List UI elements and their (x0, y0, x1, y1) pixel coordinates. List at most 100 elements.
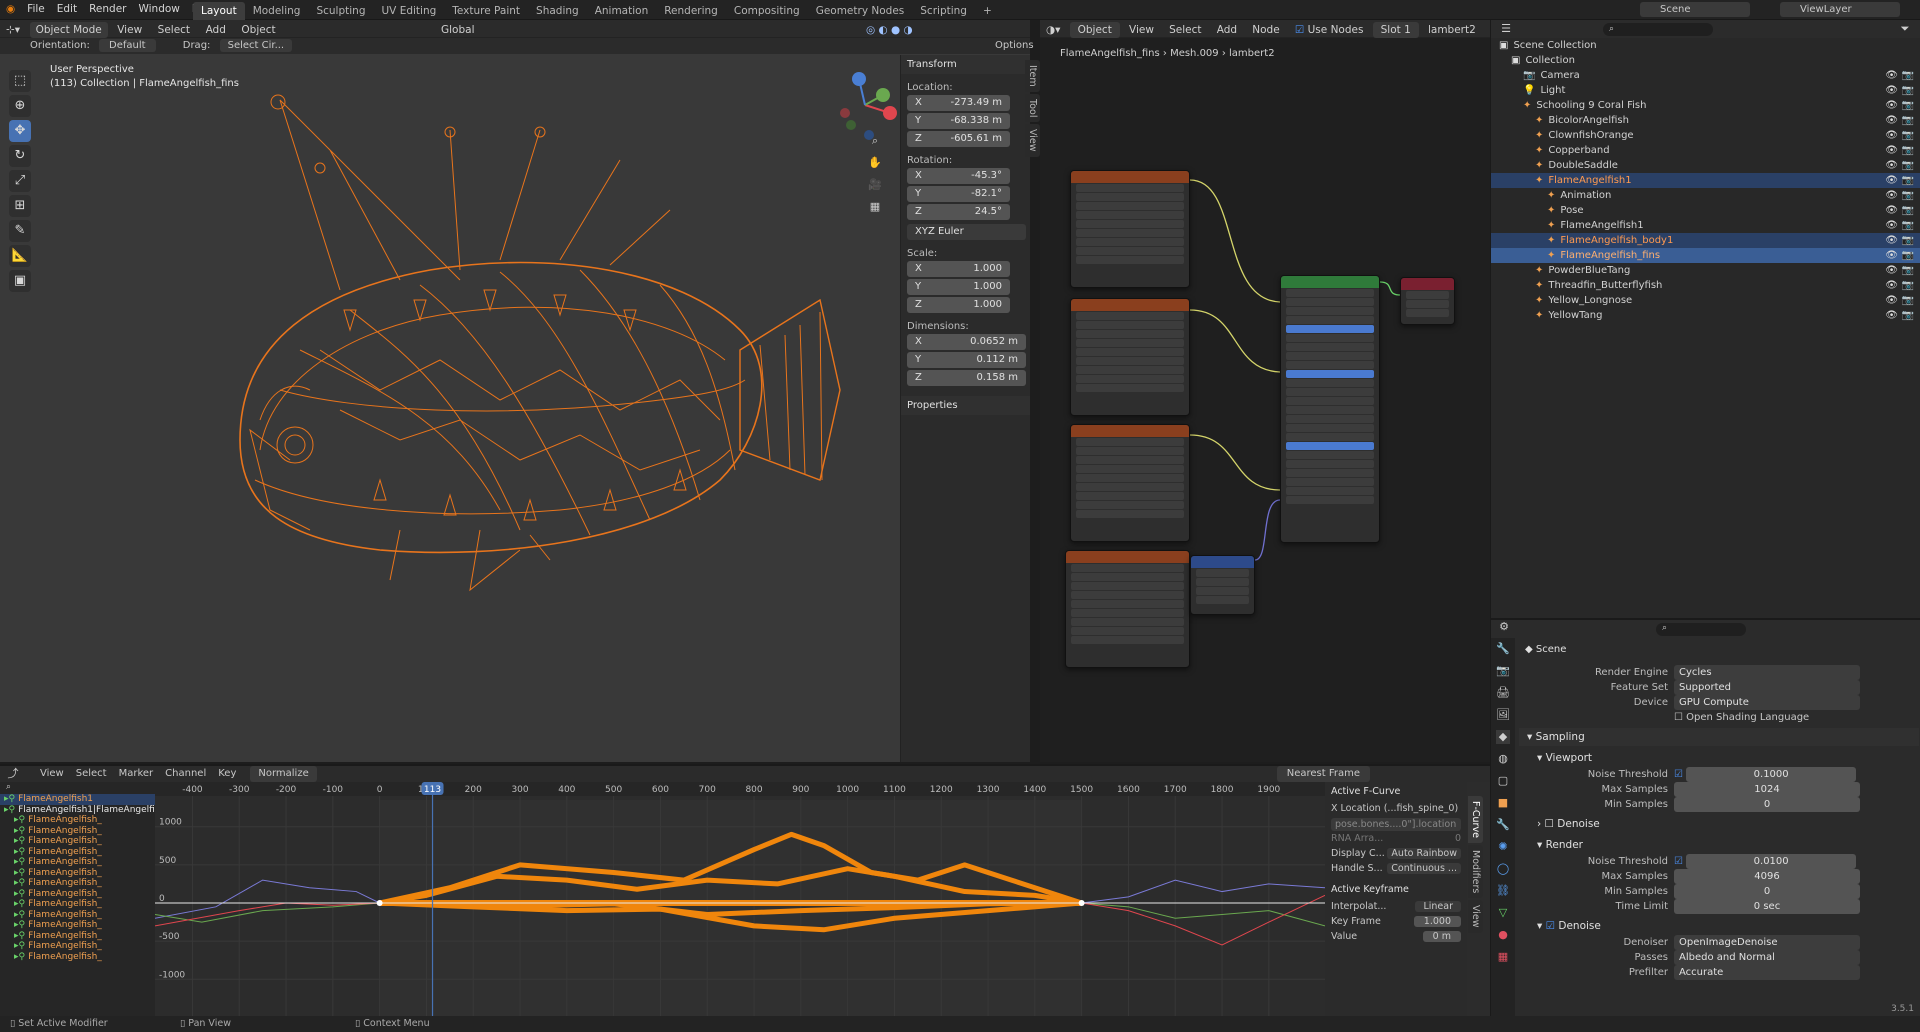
tab-item[interactable]: Item (1025, 60, 1040, 92)
graph-editor[interactable]: ⤴ View Select Marker Channel Key Normali… (0, 764, 1490, 1018)
render-camera-icon[interactable]: 📷 (1902, 248, 1914, 263)
render-camera-icon[interactable]: 📷 (1902, 98, 1914, 113)
visibility-eye-icon[interactable]: 👁 (1885, 248, 1898, 263)
ge-menu-marker[interactable]: Marker (119, 766, 154, 782)
tab-modeling[interactable]: Modeling (245, 2, 309, 20)
cursor-tool-icon[interactable]: ⊕ (9, 95, 31, 117)
properties-editor-icon[interactable]: ⚙ (1497, 620, 1511, 634)
properties-search-input[interactable]: ⌕ (1656, 623, 1746, 636)
constraints-tab-icon[interactable]: ⛓ (1496, 884, 1510, 898)
display-color-dropdown[interactable]: Auto Rainbow (1387, 848, 1461, 859)
physics-tab-icon[interactable]: ◯ (1496, 862, 1510, 876)
shader-node-editor[interactable]: ◑▾ Object View Select Add Node ☑ Use Nod… (1040, 20, 1490, 762)
visibility-eye-icon[interactable]: 👁 (1885, 83, 1898, 98)
outliner-item[interactable]: ✦ DoubleSaddle 👁 📷 (1491, 158, 1920, 173)
transform-panel-title[interactable]: Transform (901, 55, 1030, 74)
outliner-item[interactable]: ✦ PowderBlueTang 👁 📷 (1491, 263, 1920, 278)
annotate-tool-icon[interactable]: ✎ (9, 220, 31, 242)
tab-compositing[interactable]: Compositing (726, 2, 808, 20)
key-frame-field[interactable]: 1.000 (1413, 916, 1461, 927)
world-tab-icon[interactable]: ◍ (1496, 752, 1510, 766)
channel-item[interactable]: ▸⚲ FlameAngelfish_ (0, 857, 155, 868)
outliner-item[interactable]: ✦ BicolorAngelfish 👁 📷 (1491, 113, 1920, 128)
visibility-eye-icon[interactable]: 👁 (1885, 113, 1898, 128)
channel-visibility-icon[interactable]: ▸⚲ (14, 815, 25, 825)
outliner-item[interactable]: ✦ Pose 👁 📷 (1491, 203, 1920, 218)
render-engine-dropdown[interactable]: Cycles (1674, 665, 1860, 680)
transform-tool-icon[interactable]: ⊞ (9, 195, 31, 217)
visibility-eye-icon[interactable]: 👁 (1885, 128, 1898, 143)
tab-texture-paint[interactable]: Texture Paint (444, 2, 528, 20)
view-layer-tab-icon[interactable]: 🖼 (1496, 708, 1510, 722)
active-keyframe-title[interactable]: Active Keyframe (1325, 878, 1467, 897)
fcurve-graph[interactable]: -400-300-200-100010020030040050060070080… (155, 782, 1325, 1018)
denoise-subsection[interactable]: ▾ ☑ Denoise (1519, 917, 1919, 935)
vp-noise-checkbox[interactable]: ☑ (1674, 769, 1683, 780)
tab-geometry-nodes[interactable]: Geometry Nodes (808, 2, 913, 20)
visibility-eye-icon[interactable]: 👁 (1885, 293, 1898, 308)
outliner-item[interactable]: ✦ FlameAngelfish_fins 👁 📷 (1491, 248, 1920, 263)
r-min-field[interactable]: 0 (1674, 884, 1860, 899)
rotation-mode-dropdown[interactable]: XYZ Euler (907, 224, 1026, 240)
tab-animation[interactable]: Animation (587, 2, 657, 20)
channel-item[interactable]: ▸⚲ FlameAngelfish_ (0, 941, 155, 952)
tab-rendering[interactable]: Rendering (656, 2, 726, 20)
channel-item[interactable]: ▸⚲ FlameAngelfish_ (0, 920, 155, 931)
image-texture-node-2[interactable] (1070, 298, 1190, 416)
dimensions-x-field[interactable]: X 0.0652 m (907, 334, 1026, 350)
data-tab-icon[interactable]: ▽ (1496, 906, 1510, 920)
channel-item[interactable]: ▸⚲ FlameAngelfish_ (0, 868, 155, 879)
3d-viewport[interactable]: ⊹▾ Object Mode View Select Add Object Gl… (0, 20, 1034, 762)
outliner-item[interactable]: 📷 Camera 👁 📷 (1491, 68, 1920, 83)
channel-visibility-icon[interactable]: ▸⚲ (14, 826, 25, 836)
channel-item[interactable]: ▸⚲ FlameAngelfish_ (0, 910, 155, 921)
vp-max-field[interactable]: 1024 (1674, 782, 1860, 797)
feature-set-dropdown[interactable]: Supported (1674, 680, 1860, 695)
render-camera-icon[interactable]: 📷 (1902, 83, 1914, 98)
render-tab-icon[interactable]: 📷 (1496, 664, 1510, 678)
passes-dropdown[interactable]: Albedo and Normal (1674, 950, 1860, 965)
outliner-item[interactable]: ✦ Animation 👁 📷 (1491, 188, 1920, 203)
visibility-eye-icon[interactable]: 👁 (1885, 218, 1898, 233)
channel-item[interactable]: ▸⚲ FlameAngelfish_ (0, 952, 155, 963)
prefilter-dropdown[interactable]: Accurate (1674, 965, 1860, 980)
blender-logo-icon[interactable]: ◉ (0, 0, 21, 18)
channel-visibility-icon[interactable]: ▸⚲ (14, 910, 25, 920)
visibility-eye-icon[interactable]: 👁 (1885, 68, 1898, 83)
camera-view-icon[interactable]: 🎥 (868, 178, 882, 192)
normalize-toggle[interactable]: Normalize (250, 766, 317, 782)
render-camera-icon[interactable]: 📷 (1902, 68, 1914, 83)
key-value-field[interactable]: 0 m (1422, 931, 1461, 942)
r-max-field[interactable]: 4096 (1674, 869, 1860, 884)
select-tool-icon[interactable]: ⬚ (9, 70, 31, 92)
channel-visibility-icon[interactable]: ▸⚲ (14, 899, 25, 909)
outliner-item[interactable]: ✦ FlameAngelfish1 👁 📷 (1491, 173, 1920, 188)
channel-visibility-icon[interactable]: ▸⚲ (14, 836, 25, 846)
outliner-item[interactable]: ✦ Schooling 9 Coral Fish 👁 📷 (1491, 98, 1920, 113)
outliner-item[interactable]: ✦ ClownfishOrange 👁 📷 (1491, 128, 1920, 143)
modifier-tab-icon[interactable]: 🔧 (1496, 818, 1510, 832)
tab-tool[interactable]: Tool (1025, 93, 1040, 123)
dimensions-y-field[interactable]: Y 0.112 m (907, 352, 1026, 368)
vp-noise-field[interactable]: 0.1000 (1686, 767, 1857, 782)
scene-selector[interactable]: Scene (1640, 2, 1750, 17)
denoiser-dropdown[interactable]: OpenImageDenoise (1674, 935, 1860, 950)
tool-tab-icon[interactable]: 🔧 (1496, 642, 1510, 656)
channel-item[interactable]: ▸⚲ FlameAngelfish_ (0, 878, 155, 889)
graph-editor-icon[interactable]: ⤴ (6, 767, 20, 781)
ortho-grid-icon[interactable]: ▦ (868, 200, 882, 214)
channel-item[interactable]: ▸⚲ FlameAngelfish1|FlameAngelfis (0, 805, 160, 816)
scale-z-field[interactable]: Z 1.000 (907, 297, 1010, 313)
measure-tool-icon[interactable]: 📐 (9, 245, 31, 267)
render-camera-icon[interactable]: 📷 (1902, 308, 1914, 323)
channel-item[interactable]: ▸⚲ FlameAngelfish_ (0, 931, 155, 942)
visibility-eye-icon[interactable]: 👁 (1885, 188, 1898, 203)
channel-visibility-icon[interactable]: ▸⚲ (14, 920, 25, 930)
add-workspace-icon[interactable]: + (975, 2, 1000, 20)
fish-armature-wireframe[interactable] (200, 90, 850, 610)
channel-item[interactable]: ▸⚲ FlameAngelfish_ (0, 899, 155, 910)
render-camera-icon[interactable]: 📷 (1902, 173, 1914, 188)
filter-icon[interactable]: ⏷ (1898, 22, 1912, 36)
image-texture-node-1[interactable] (1070, 170, 1190, 288)
orientation-dropdown[interactable]: Default (99, 39, 156, 52)
